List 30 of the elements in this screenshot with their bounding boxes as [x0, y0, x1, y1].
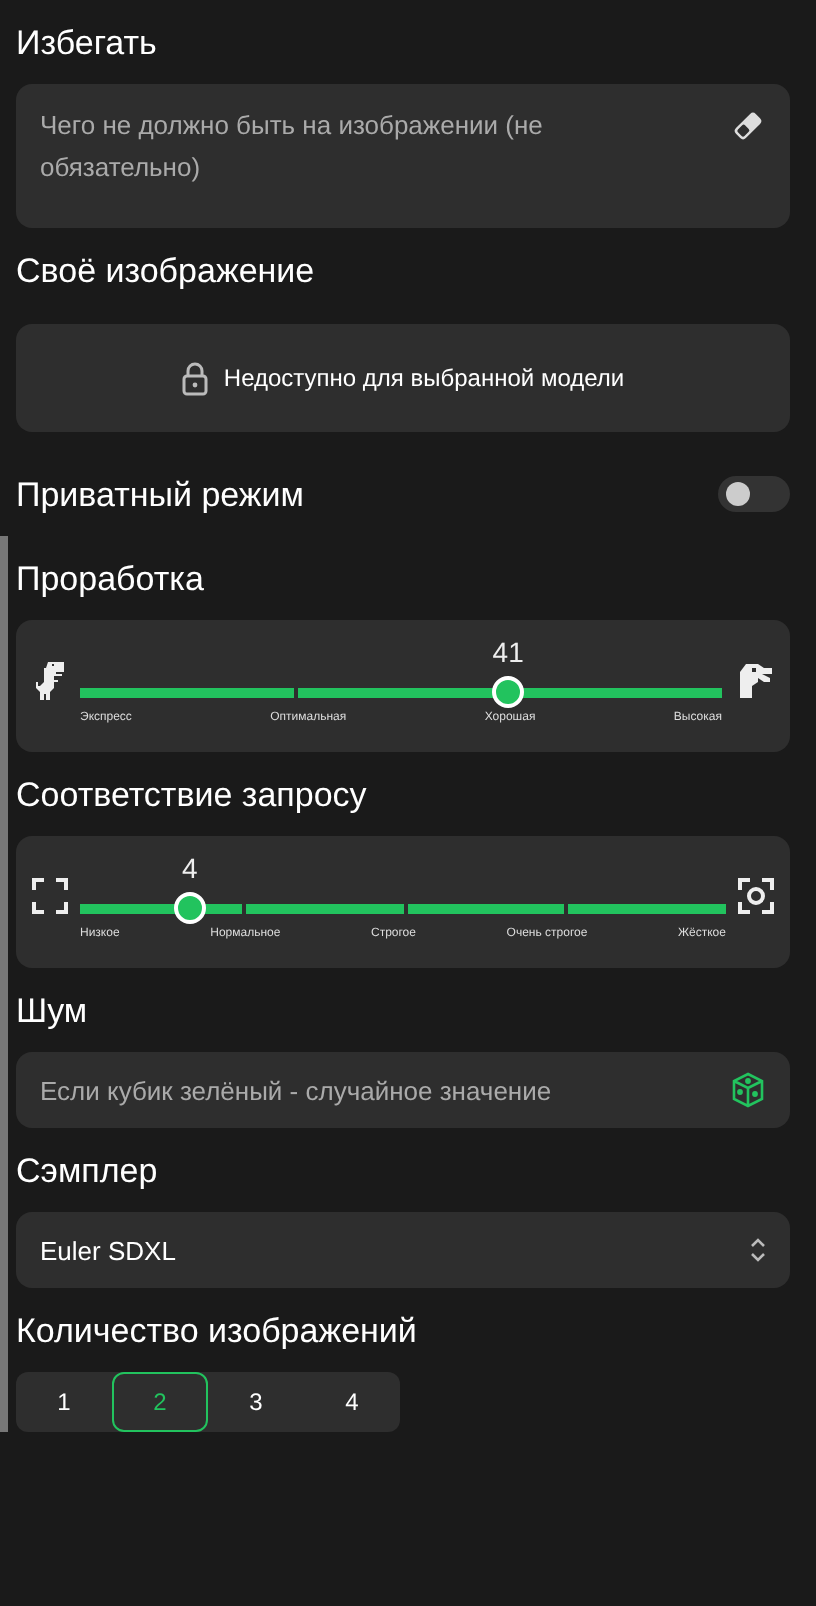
- section-title: Шум: [16, 990, 90, 1034]
- count-option[interactable]: 1: [16, 1372, 112, 1432]
- count-option[interactable]: 4: [304, 1372, 400, 1432]
- dice-icon[interactable]: [730, 1072, 766, 1108]
- count-option[interactable]: 3: [208, 1372, 304, 1432]
- count-option[interactable]: 2: [112, 1372, 208, 1432]
- chevron-up-down-icon: [750, 1238, 766, 1262]
- section-title: Проработка: [16, 558, 206, 602]
- slider-value: 41: [492, 636, 524, 668]
- seed-field[interactable]: Если кубик зелёный - случайное значение: [16, 1052, 790, 1128]
- slider-thumb[interactable]: [173, 892, 206, 924]
- focus-icon: [738, 878, 774, 914]
- slider-track[interactable]: [80, 676, 722, 708]
- dinosaur-icon: [32, 660, 68, 700]
- section-title: Количество изображений: [16, 1310, 419, 1354]
- section-title: Своё изображение: [16, 250, 317, 294]
- locked-message: Недоступно для выбранной модели: [223, 364, 625, 392]
- slider-track[interactable]: [80, 892, 726, 924]
- frame-icon: [32, 878, 68, 914]
- section-title: Избегать: [16, 22, 159, 66]
- sampler-select[interactable]: Euler SDXL: [16, 1212, 790, 1288]
- section-title: Соответствие запросу: [16, 774, 369, 818]
- private-mode-toggle[interactable]: [718, 476, 790, 512]
- negative-prompt-field[interactable]: Чего не должно быть на изображении (не обязательно): [16, 84, 790, 228]
- section-title: Приватный режим: [16, 474, 304, 518]
- section-title: Сэмплер: [16, 1150, 160, 1194]
- slider-thumb[interactable]: [492, 676, 525, 708]
- slider-value: 4: [182, 852, 198, 884]
- lock-icon: [181, 361, 208, 395]
- dragon-icon: [734, 660, 774, 700]
